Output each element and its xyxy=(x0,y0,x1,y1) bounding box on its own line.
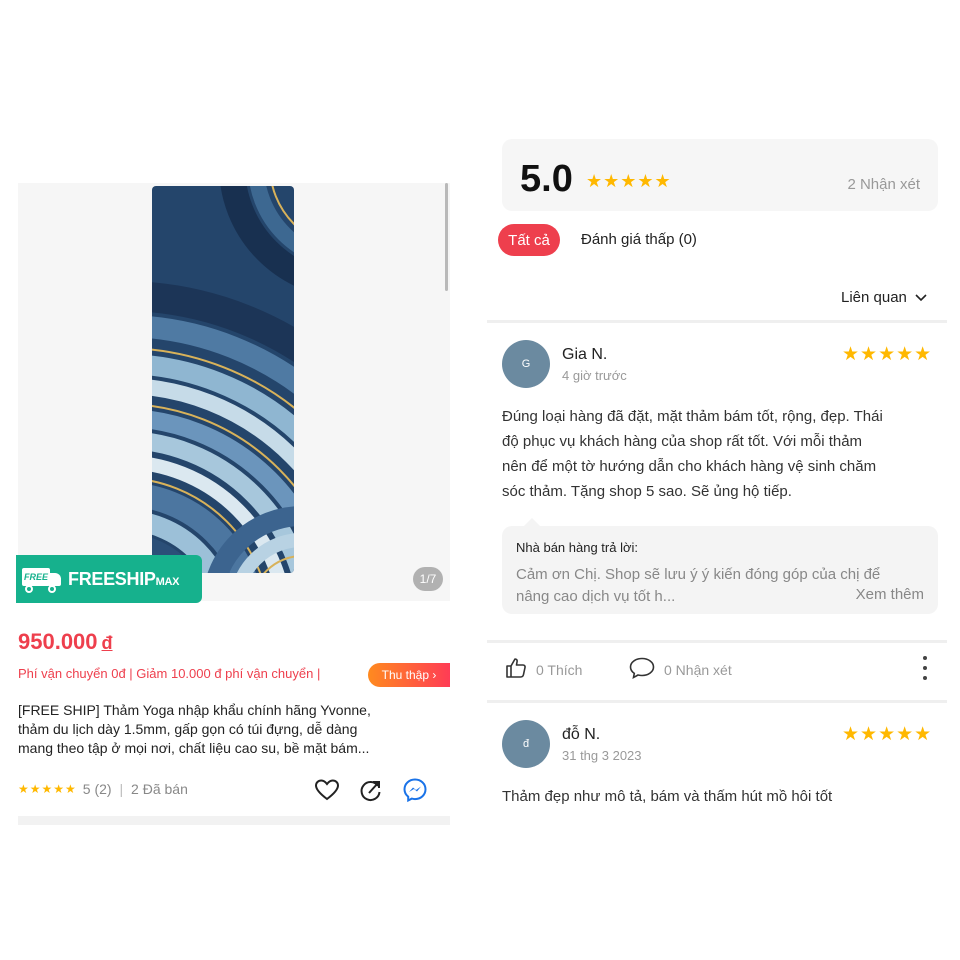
review-actions: 0 Thích 0 Nhận xét xyxy=(502,650,938,686)
product-price: 950.000 đ xyxy=(18,629,113,654)
summary-stars: ★★★★★ xyxy=(586,171,672,191)
divider xyxy=(487,320,947,323)
rating-value: 5 xyxy=(82,781,91,797)
collect-voucher-button[interactable]: Thu thập › xyxy=(368,663,450,687)
like-count: 0 Thích xyxy=(536,661,583,678)
review-count[interactable]: 2 Nhận xét xyxy=(847,176,920,193)
yoga-mat-image[interactable] xyxy=(152,186,294,573)
section-divider xyxy=(18,816,450,825)
image-counter: 1/7 xyxy=(413,567,443,591)
product-panel: 1/7 FREE FREESHIPMAX 950.000 đ Phí vận ch… xyxy=(16,183,450,825)
product-image-gallery[interactable]: 1/7 FREE FREESHIPMAX xyxy=(16,183,450,603)
product-title[interactable]: [FREE SHIP] Thảm Yoga nhập khẩu chính hã… xyxy=(18,701,450,758)
rating-summary-card: 5.0 ★★★★★ 2 Nhận xét xyxy=(502,139,938,211)
rating-count: (2) xyxy=(94,781,112,797)
rating-stars: ★★★★★ xyxy=(18,782,77,796)
average-score: 5.0 xyxy=(520,158,573,200)
sort-label: Liên quan xyxy=(841,289,907,306)
messenger-icon[interactable] xyxy=(402,777,428,803)
seller-reply: Nhà bán hàng trả lời: Cảm ơn Chị. Shop s… xyxy=(502,518,938,614)
reviewer-name[interactable]: đỗ N. xyxy=(562,726,600,744)
avatar[interactable]: G xyxy=(502,340,550,388)
review-text: Đúng loại hàng đã đặt, mặt thảm bám tốt,… xyxy=(502,408,883,500)
divider xyxy=(487,640,947,643)
share-icon[interactable] xyxy=(358,777,384,803)
review-stars: ★★★★★ xyxy=(842,724,933,745)
freeship-label: FREESHIPMAX xyxy=(68,568,180,589)
freeship-max-badge: FREE FREESHIPMAX xyxy=(16,555,202,603)
see-more-link[interactable]: Xem thêm xyxy=(849,586,924,603)
comment-button[interactable]: 0 Nhận xét xyxy=(628,656,732,683)
scrollbar[interactable] xyxy=(445,183,448,291)
like-button[interactable]: 0 Thích xyxy=(504,656,582,683)
avatar[interactable]: đ xyxy=(502,720,550,768)
filter-low-rating-button[interactable]: Đánh giá thấp (0) xyxy=(581,231,697,248)
reviewer-name[interactable]: Gia N. xyxy=(562,346,607,364)
product-rating-row: ★★★★★ 5 (2) | 2 Đã bán xyxy=(18,777,450,803)
review-text: Thảm đẹp như mô tả, bám và thấm hút mồ h… xyxy=(502,788,833,805)
review-time: 4 giờ trước xyxy=(562,368,627,383)
filter-all-button[interactable]: Tất cả xyxy=(498,224,560,256)
comment-icon xyxy=(628,656,656,683)
shipping-info: Phí vận chuyển 0đ | Giảm 10.000 đ phí vậ… xyxy=(18,666,321,681)
divider xyxy=(487,700,947,703)
review-time: 31 thg 3 2023 xyxy=(562,748,642,763)
chevron-down-icon xyxy=(915,289,927,306)
sort-dropdown[interactable]: Liên quan xyxy=(841,289,927,306)
more-options-icon[interactable] xyxy=(920,656,930,680)
comment-count: 0 Nhận xét xyxy=(664,661,732,678)
review-stars: ★★★★★ xyxy=(842,344,933,365)
truck-icon: FREE xyxy=(22,564,62,594)
thumbs-up-icon xyxy=(504,656,528,683)
heart-icon[interactable] xyxy=(314,778,340,802)
sold-count: 2 Đã bán xyxy=(131,781,188,797)
seller-reply-label: Nhà bán hàng trả lời: xyxy=(516,540,638,555)
